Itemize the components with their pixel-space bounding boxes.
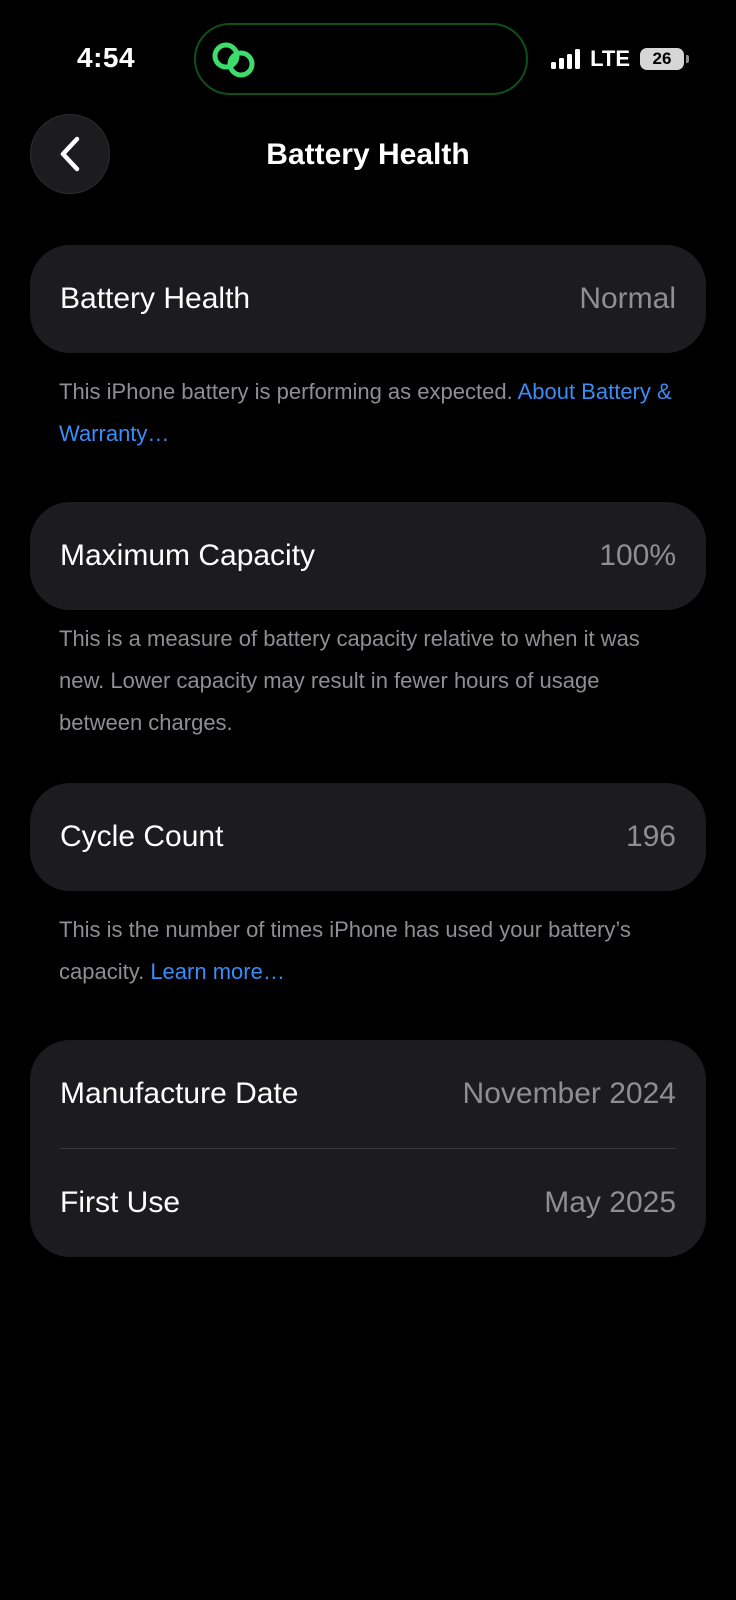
cycle-count-value: 196: [625, 820, 676, 853]
maximum-capacity-footer: This is a measure of battery capacity re…: [59, 618, 679, 744]
cellular-signal-icon: [551, 49, 581, 69]
network-type: LTE: [590, 46, 630, 71]
maximum-capacity-label: Maximum Capacity: [60, 539, 316, 572]
link-chain-icon: [212, 42, 255, 78]
cycle-count-footer-text: This is the number of times iPhone has u…: [59, 917, 631, 984]
dynamic-island[interactable]: [194, 23, 528, 95]
manufacture-date-row: Manufacture Date November 2024: [30, 1040, 706, 1148]
battery-health-footer-text: This iPhone battery is performing as exp…: [59, 379, 518, 404]
first-use-label: First Use: [60, 1186, 180, 1219]
status-indicators: LTE 26: [551, 46, 689, 72]
learn-more-link[interactable]: Learn more…: [150, 959, 285, 984]
maximum-capacity-footer-text: This is a measure of battery capacity re…: [59, 626, 640, 735]
cycle-count-label: Cycle Count: [60, 820, 224, 853]
battery-level: 26: [652, 49, 672, 68]
maximum-capacity-row: Maximum Capacity 100%: [30, 502, 706, 610]
manufacture-date-label: Manufacture Date: [60, 1077, 299, 1110]
battery-icon: 26: [640, 48, 689, 70]
cycle-count-footer: This is the number of times iPhone has u…: [59, 909, 679, 993]
status-time: 4:54: [77, 42, 136, 73]
first-use-value: May 2025: [544, 1186, 676, 1219]
maximum-capacity-card: Maximum Capacity 100%: [30, 502, 706, 610]
page-title: Battery Health: [266, 138, 470, 171]
manufacture-date-value: November 2024: [462, 1077, 676, 1110]
battery-health-card: Battery Health Normal: [30, 245, 706, 353]
battery-health-footer: This iPhone battery is performing as exp…: [59, 371, 679, 455]
battery-health-row: Battery Health Normal: [30, 245, 706, 353]
cycle-count-card: Cycle Count 196: [30, 783, 706, 891]
cycle-count-row: Cycle Count 196: [30, 783, 706, 891]
battery-health-screen: 4:54 LTE 26 Battery Health Battery Healt…: [0, 0, 736, 1600]
first-use-row: First Use May 2025: [30, 1149, 706, 1257]
dates-card: Manufacture Date November 2024 First Use…: [30, 1040, 706, 1257]
battery-health-label: Battery Health: [60, 282, 251, 315]
maximum-capacity-value: 100%: [599, 539, 676, 572]
battery-health-value: Normal: [579, 282, 676, 315]
